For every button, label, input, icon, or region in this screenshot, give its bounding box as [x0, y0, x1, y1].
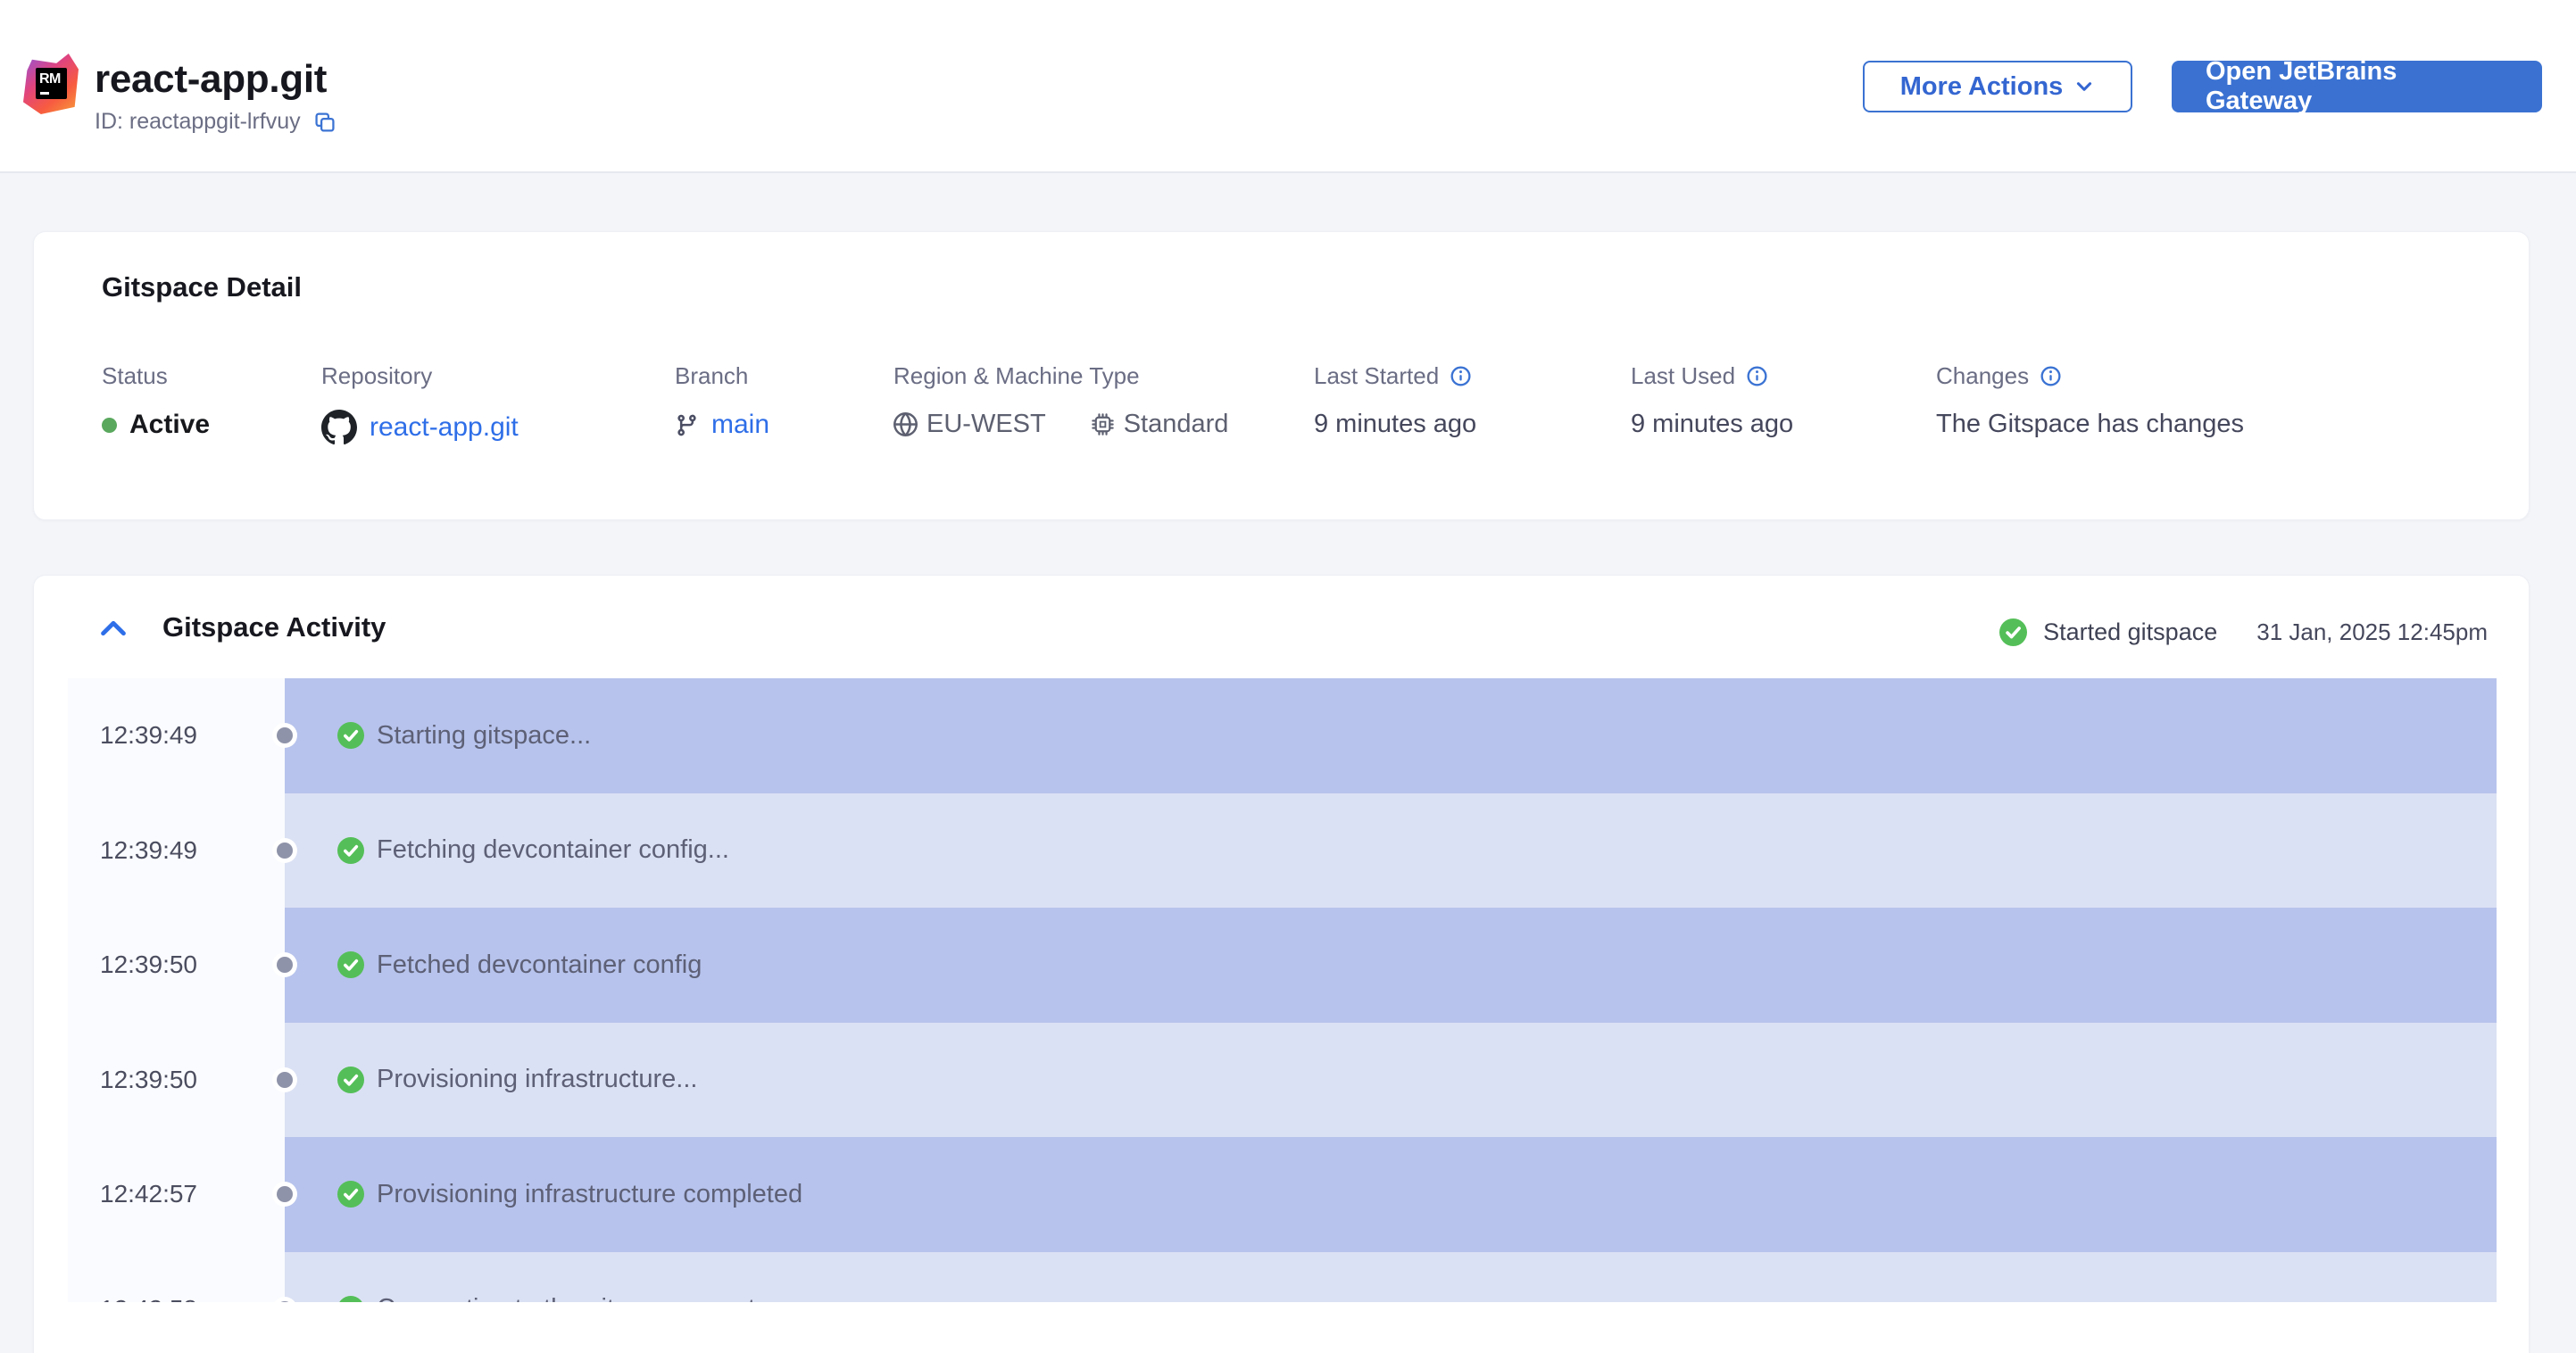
status-dot-icon [102, 417, 117, 433]
logo-text: RM [39, 71, 61, 87]
field-branch: Branch main [675, 362, 769, 440]
log-timestamp: 12:39:49 [68, 678, 285, 793]
activity-log-row[interactable]: 12:42:58 Connecting to the gitspace agen… [68, 1251, 2497, 1302]
last-started-value: 9 minutes ago [1314, 410, 1477, 438]
timeline-dot-icon [277, 727, 293, 744]
copy-icon[interactable] [313, 111, 337, 134]
more-actions-label: More Actions [1899, 71, 2064, 101]
branch-label: Branch [675, 362, 749, 389]
field-last-started: Last Started 9 minutes ago [1314, 362, 1476, 439]
open-jetbrains-gateway-button[interactable]: Open JetBrains Gateway [2172, 57, 2542, 115]
log-timestamp: 12:39:49 [68, 793, 285, 908]
machine-type-value: Standard [1123, 410, 1229, 438]
git-branch-icon [675, 413, 699, 437]
branch-link[interactable]: main [711, 410, 769, 440]
activity-log-list: 12:39:49 Starting gitspace... 12:39:49 F… [68, 678, 2497, 1302]
field-repository: Repository react-app.git [321, 362, 519, 445]
log-stripe: Provisioning infrastructure... [285, 1022, 2497, 1137]
activity-log-row[interactable]: 12:42:57 Provisioning infrastructure com… [68, 1137, 2497, 1252]
gateway-button-label: Open JetBrains Gateway [2206, 57, 2397, 115]
field-changes: Changes The Gitspace has changes [1936, 362, 2244, 439]
github-icon [321, 410, 357, 445]
chevron-down-icon [2077, 82, 2092, 91]
log-message: Starting gitspace... [377, 720, 592, 750]
globe-icon [893, 412, 918, 436]
info-icon[interactable] [2040, 365, 2062, 387]
check-circle-icon [337, 722, 364, 750]
log-message: Connecting to the gitspace agent [377, 1294, 755, 1302]
activity-header: Gitspace Activity Started gitspace 31 Ja… [34, 576, 2529, 678]
timeline-dot-icon [277, 842, 293, 859]
info-icon[interactable] [1746, 365, 1768, 387]
gitspace-id: ID: reactappgit-lrfvuy [95, 109, 301, 134]
chevron-up-icon[interactable] [100, 615, 127, 642]
activity-status-label: Started gitspace [2043, 618, 2218, 645]
check-circle-icon [337, 1066, 364, 1093]
activity-log-row[interactable]: 12:39:49 Starting gitspace... [68, 678, 2497, 793]
top-bar: RM react-app.git ID: reactappgit-lrfvuy … [0, 0, 2576, 173]
repository-link[interactable]: react-app.git [370, 412, 519, 443]
check-circle-icon [337, 951, 364, 979]
log-message: Provisioning infrastructure... [377, 1065, 698, 1094]
log-timestamp: 12:39:50 [68, 1022, 285, 1137]
check-circle-icon [337, 1295, 364, 1302]
field-status: Status Active [102, 362, 210, 440]
log-timestamp: 12:42:57 [68, 1137, 285, 1252]
repository-label: Repository [321, 362, 433, 389]
field-region-machine: Region & Machine Type EU-WEST Standard [893, 362, 1228, 439]
region-value: EU-WEST [927, 410, 1046, 438]
rubymine-logo: RM [23, 54, 79, 114]
timeline-dot-icon [277, 1186, 293, 1203]
detail-card-heading: Gitspace Detail [102, 271, 302, 303]
changes-label: Changes [1936, 362, 2030, 389]
check-circle-icon [337, 836, 364, 864]
log-stripe: Provisioning infrastructure completed [285, 1137, 2497, 1252]
field-last-used: Last Used 9 minutes ago [1631, 362, 1793, 439]
rubymine-logo-monogram: RM [36, 68, 67, 99]
last-used-value: 9 minutes ago [1631, 410, 1794, 438]
region-machine-label: Region & Machine Type [893, 362, 1140, 389]
check-circle-icon [337, 1181, 364, 1208]
activity-log-row[interactable]: 12:39:50 Fetched devcontainer config [68, 908, 2497, 1023]
page-title: react-app.git [95, 57, 328, 101]
gitspace-activity-card: Gitspace Activity Started gitspace 31 Ja… [33, 575, 2530, 1353]
check-circle-icon [1999, 618, 2028, 646]
log-stripe: Starting gitspace... [285, 678, 2497, 793]
changes-value: The Gitspace has changes [1936, 410, 2244, 438]
log-stripe: Connecting to the gitspace agent [285, 1251, 2497, 1302]
log-timestamp: 12:42:58 [68, 1251, 285, 1302]
activity-log-row[interactable]: 12:39:50 Provisioning infrastructure... [68, 1022, 2497, 1137]
gitspace-detail-card: Gitspace Detail Status Active Repository… [33, 231, 2530, 520]
more-actions-button[interactable]: More Actions [1863, 61, 2132, 112]
last-used-label: Last Used [1631, 362, 1736, 389]
log-message: Provisioning infrastructure completed [377, 1179, 803, 1208]
activity-card-heading: Gitspace Activity [162, 611, 386, 643]
log-timestamp: 12:39:50 [68, 908, 285, 1023]
activity-status-timestamp: 31 Jan, 2025 12:45pm [2256, 618, 2488, 645]
log-message: Fetching devcontainer config... [377, 835, 729, 865]
status-value: Active [129, 410, 211, 439]
info-icon[interactable] [1450, 365, 1472, 387]
log-stripe: Fetched devcontainer config [285, 908, 2497, 1023]
log-message: Fetched devcontainer config [377, 950, 702, 979]
log-stripe: Fetching devcontainer config... [285, 793, 2497, 908]
timeline-dot-icon [277, 1071, 293, 1088]
last-started-label: Last Started [1314, 362, 1440, 389]
activity-log-row[interactable]: 12:39:49 Fetching devcontainer config... [68, 793, 2497, 908]
cpu-icon [1091, 412, 1115, 436]
timeline-dot-icon [277, 957, 293, 974]
status-label: Status [102, 362, 168, 389]
